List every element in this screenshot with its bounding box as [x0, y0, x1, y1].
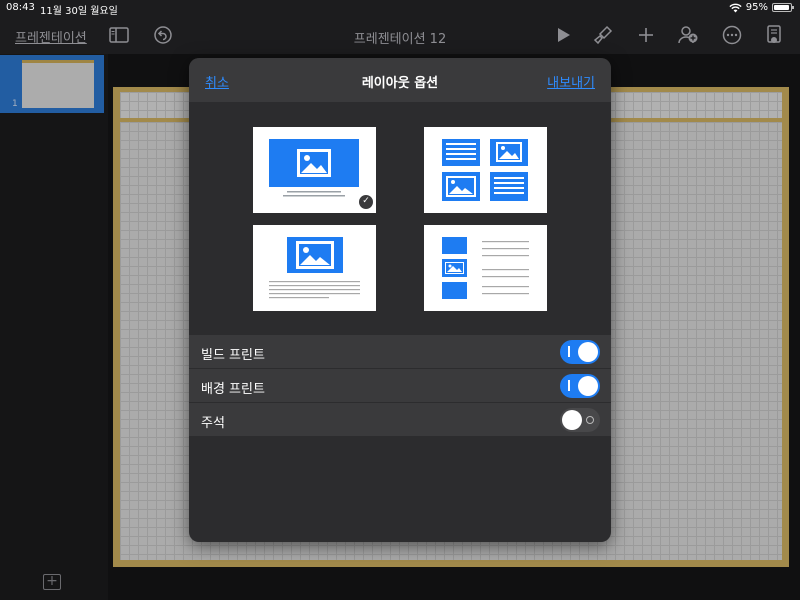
selected-check-icon: ✓: [358, 194, 374, 210]
plus-icon[interactable]: [635, 24, 657, 46]
layout-option-single[interactable]: ✓: [253, 127, 376, 213]
option-row-background: 배경 프린트: [189, 369, 611, 403]
grid-layout-icon: [442, 139, 528, 201]
wifi-icon: [729, 3, 742, 12]
document-icon[interactable]: [763, 24, 785, 46]
popover-header: 취소 레이아웃 옵션 내보내기: [189, 58, 611, 102]
comments-toggle[interactable]: [560, 408, 600, 432]
layout-option-grid[interactable]: [424, 127, 547, 213]
build-print-toggle[interactable]: [560, 340, 600, 364]
status-time: 08:43: [6, 2, 35, 13]
layout-options-popover: 취소 레이아웃 옵션 내보내기 ✓ 빌드 프린트 배경 프린트 주석: [189, 58, 611, 542]
notes-layout-icon: [269, 237, 360, 299]
status-date: 11월 30일 월요일: [40, 6, 118, 17]
status-bar: 08:43 11월 30일 월요일 95%: [0, 0, 800, 18]
print-options-list: 빌드 프린트 배경 프린트 주석: [189, 335, 611, 437]
brush-icon[interactable]: [592, 24, 614, 46]
status-right: 95%: [729, 2, 794, 13]
layout-option-notes[interactable]: [253, 225, 376, 311]
option-label: 주석: [201, 416, 225, 431]
layout-option-outline[interactable]: [424, 225, 547, 311]
battery-icon: [772, 3, 794, 12]
background-print-toggle[interactable]: [560, 374, 600, 398]
play-icon[interactable]: [552, 24, 574, 46]
collaborate-icon[interactable]: [677, 24, 699, 46]
outline-layout-icon: [442, 237, 529, 299]
app-root: 08:43 11월 30일 월요일 95% 프레젠테이션 프레젠테이션 12 1…: [0, 0, 800, 600]
toolbar: 프레젠테이션 프레젠테이션 12: [0, 18, 800, 54]
option-label: 배경 프린트: [201, 382, 265, 397]
more-icon[interactable]: [721, 24, 743, 46]
export-button[interactable]: 내보내기: [547, 72, 595, 91]
option-row-comments: 주석: [189, 403, 611, 437]
option-row-build: 빌드 프린트: [189, 335, 611, 369]
option-label: 빌드 프린트: [201, 348, 265, 363]
battery-percent: 95%: [745, 2, 768, 13]
